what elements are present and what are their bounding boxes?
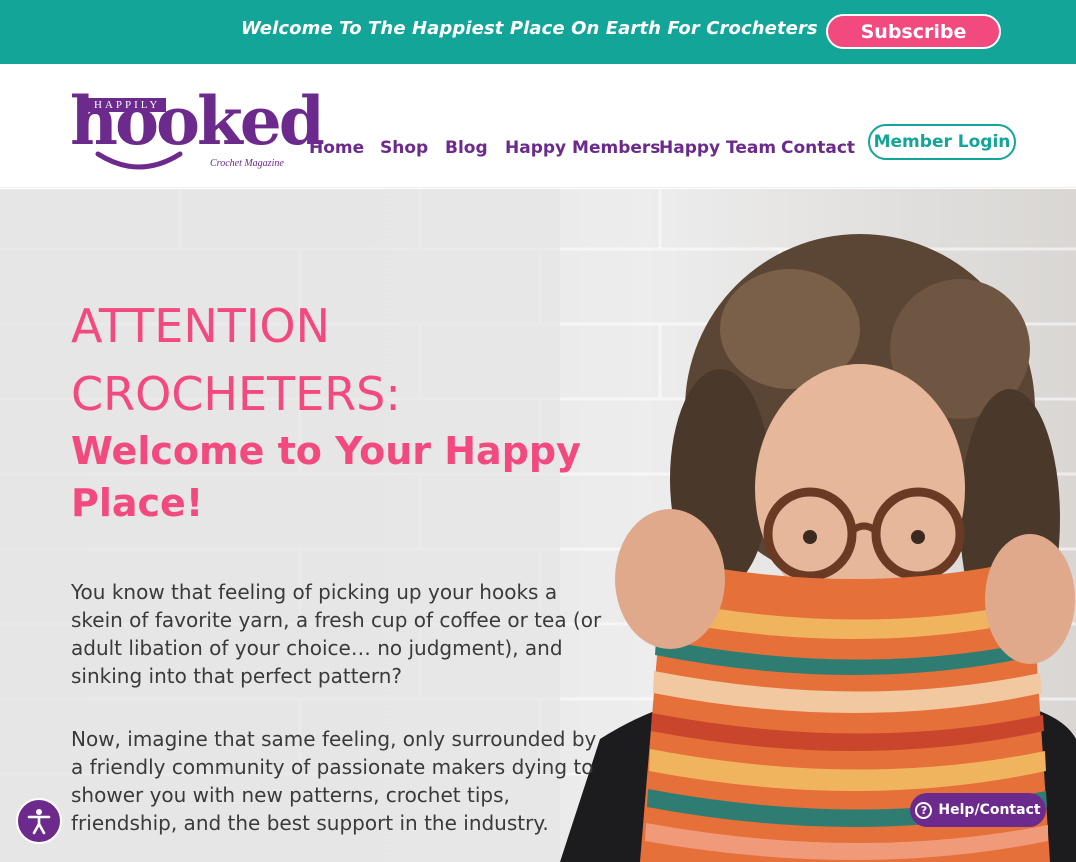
subscribe-button[interactable]: Subscribe [826,14,1001,49]
nav-item-happy-team[interactable]: Happy Team [659,140,776,157]
welcome-banner-text: Welcome To The Happiest Place On Earth F… [241,18,818,39]
accessibility-button[interactable] [16,798,62,844]
member-login-button[interactable]: Member Login [868,124,1016,160]
logo-tagline: Crochet Magazine [210,158,284,169]
help-contact-label: Help/Contact [938,802,1041,818]
hero-heading-line2: CROCHETERS: [71,367,401,421]
hero-heading: ATTENTION CROCHETERS: [71,292,571,428]
site-header: hooked HAPPILY Crochet Magazine Home Sho… [0,64,1076,188]
help-question-icon: ? [915,801,933,819]
hero-section: ATTENTION CROCHETERS: Welcome to Your Ha… [0,189,1076,862]
nav-item-happy-members[interactable]: Happy Members [505,140,660,157]
hero-paragraph-1: You know that feeling of picking up your… [71,580,602,688]
hero-subheading: Welcome to Your Happy Place! [71,429,581,525]
nav-item-contact[interactable]: Contact [781,140,855,157]
help-contact-button[interactable]: ? Help/Contact [910,793,1046,827]
hero-paragraph-2: Now, imagine that same feeling, only sur… [71,727,597,835]
nav-item-home[interactable]: Home [309,140,364,157]
nav-item-blog[interactable]: Blog [445,140,488,157]
announcement-bar: Welcome To The Happiest Place On Earth F… [0,0,1076,64]
logo-smile-icon [95,151,183,170]
nav-item-shop[interactable]: Shop [380,140,428,157]
crocheter-photo [560,234,1076,862]
logo-top-word: HAPPILY [88,98,167,112]
hero-heading-line1: ATTENTION [71,299,331,353]
happily-hooked-logo[interactable]: hooked HAPPILY Crochet Magazine [70,88,325,174]
accessibility-person-icon [27,809,51,835]
